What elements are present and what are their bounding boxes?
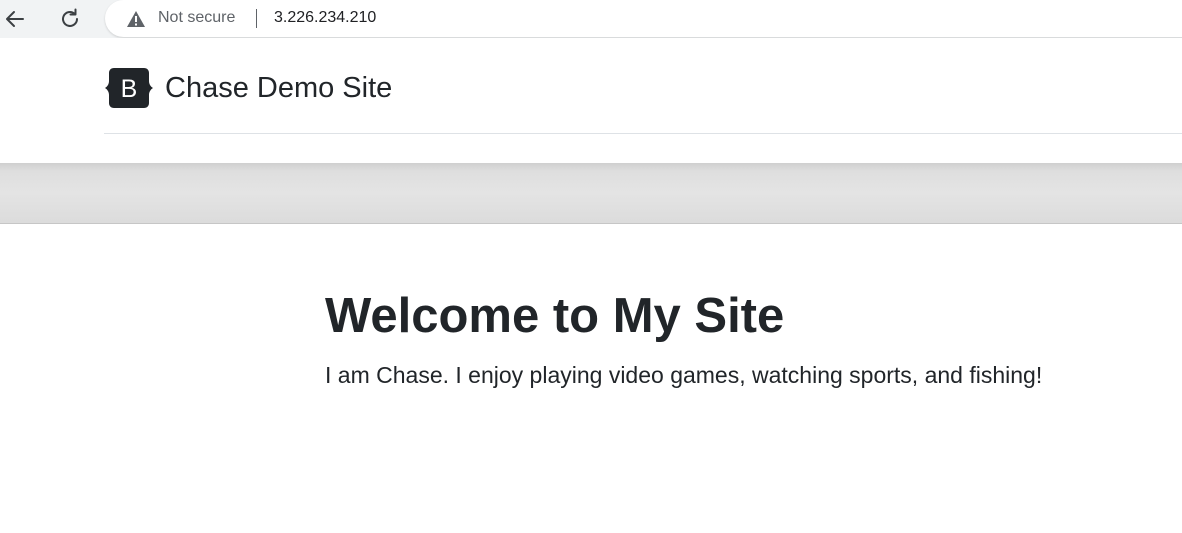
warning-triangle-icon[interactable] bbox=[126, 10, 146, 28]
url-separator bbox=[256, 9, 257, 28]
main-content: Welcome to My Site I am Chase. I enjoy p… bbox=[325, 286, 1165, 390]
reload-icon bbox=[62, 8, 78, 27]
gray-band bbox=[0, 163, 1182, 224]
address-bar[interactable]: Not secure 3.226.234.210 bbox=[105, 0, 1182, 37]
brand-logo-letter: B bbox=[121, 75, 138, 103]
bootstrap-logo-icon: B bbox=[105, 68, 153, 108]
page-title: Welcome to My Site bbox=[325, 289, 785, 343]
brand-link[interactable]: B Chase Demo Site bbox=[105, 68, 392, 108]
page-lead-text: I am Chase. I enjoy playing video games,… bbox=[325, 362, 1043, 388]
url-text[interactable]: 3.226.234.210 bbox=[274, 9, 376, 27]
site-header: B Chase Demo Site bbox=[0, 38, 1182, 163]
browser-toolbar: Not secure 3.226.234.210 bbox=[0, 0, 1182, 38]
header-divider bbox=[104, 133, 1182, 134]
brand-name[interactable]: Chase Demo Site bbox=[165, 68, 392, 108]
reload-button[interactable] bbox=[55, 4, 85, 34]
arrow-left-icon bbox=[6, 11, 24, 27]
back-button[interactable] bbox=[0, 4, 30, 34]
security-status-label[interactable]: Not secure bbox=[158, 9, 235, 27]
